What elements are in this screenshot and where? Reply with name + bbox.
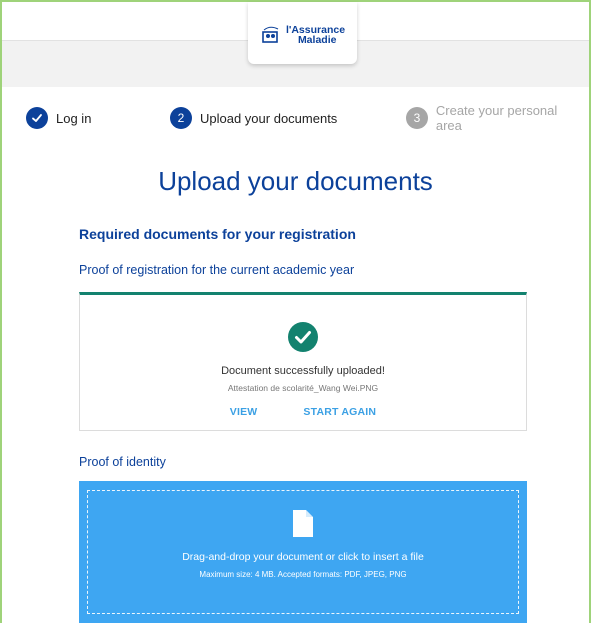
view-document-link[interactable]: VIEW <box>230 406 258 418</box>
file-icon <box>293 510 313 537</box>
upload-success-message: Document successfully uploaded! <box>221 365 385 377</box>
step-2-label: Upload your documents <box>200 110 338 126</box>
start-again-link[interactable]: START AGAIN <box>303 406 376 418</box>
assurance-maladie-logo-icon <box>262 26 279 43</box>
step-1-badge <box>26 107 48 129</box>
card-actions: VIEW START AGAIN <box>80 406 526 418</box>
step-2-badge: 2 <box>170 107 192 129</box>
page-title: Upload your documents <box>158 166 433 196</box>
identity-proof-label: Proof of identity <box>79 455 166 469</box>
section-title: Required documents for your registration <box>79 226 356 242</box>
identity-proof-dropzone[interactable]: Drag-and-drop your document or click to … <box>79 481 527 623</box>
registration-proof-label: Proof of registration for the current ac… <box>79 263 355 277</box>
uploaded-file-name: Attestation de scolarité_Wang Wei.PNG <box>227 383 379 393</box>
step-3-badge: 3 <box>406 107 428 129</box>
dropzone-instruction: Drag-and-drop your document or click to … <box>182 551 424 563</box>
step-upload-documents: 2 Upload your documents <box>170 106 337 130</box>
step-log-in: Log in <box>26 106 91 130</box>
brand-logo[interactable]: l'Assurance Maladie <box>248 2 357 64</box>
registration-proof-card: Document successfully uploaded! Attestat… <box>79 292 527 431</box>
step-create-personal-area: 3 Create your personal area <box>406 103 586 133</box>
step-3-label: Create your personal area <box>435 103 558 133</box>
logo-wordmark: l'Assurance Maladie <box>286 25 345 46</box>
dropzone-constraints: Maximum size: 4 MB. Accepted formats: PD… <box>199 570 407 579</box>
logo-line-2: Maladie <box>297 34 337 46</box>
progress-stepper: Log in 2 Upload your documents 3 Create … <box>26 103 586 133</box>
checkmark-icon <box>32 114 42 122</box>
step-1-label: Log in <box>56 110 92 126</box>
success-check-icon <box>288 322 318 352</box>
checkmark-icon <box>295 331 311 344</box>
